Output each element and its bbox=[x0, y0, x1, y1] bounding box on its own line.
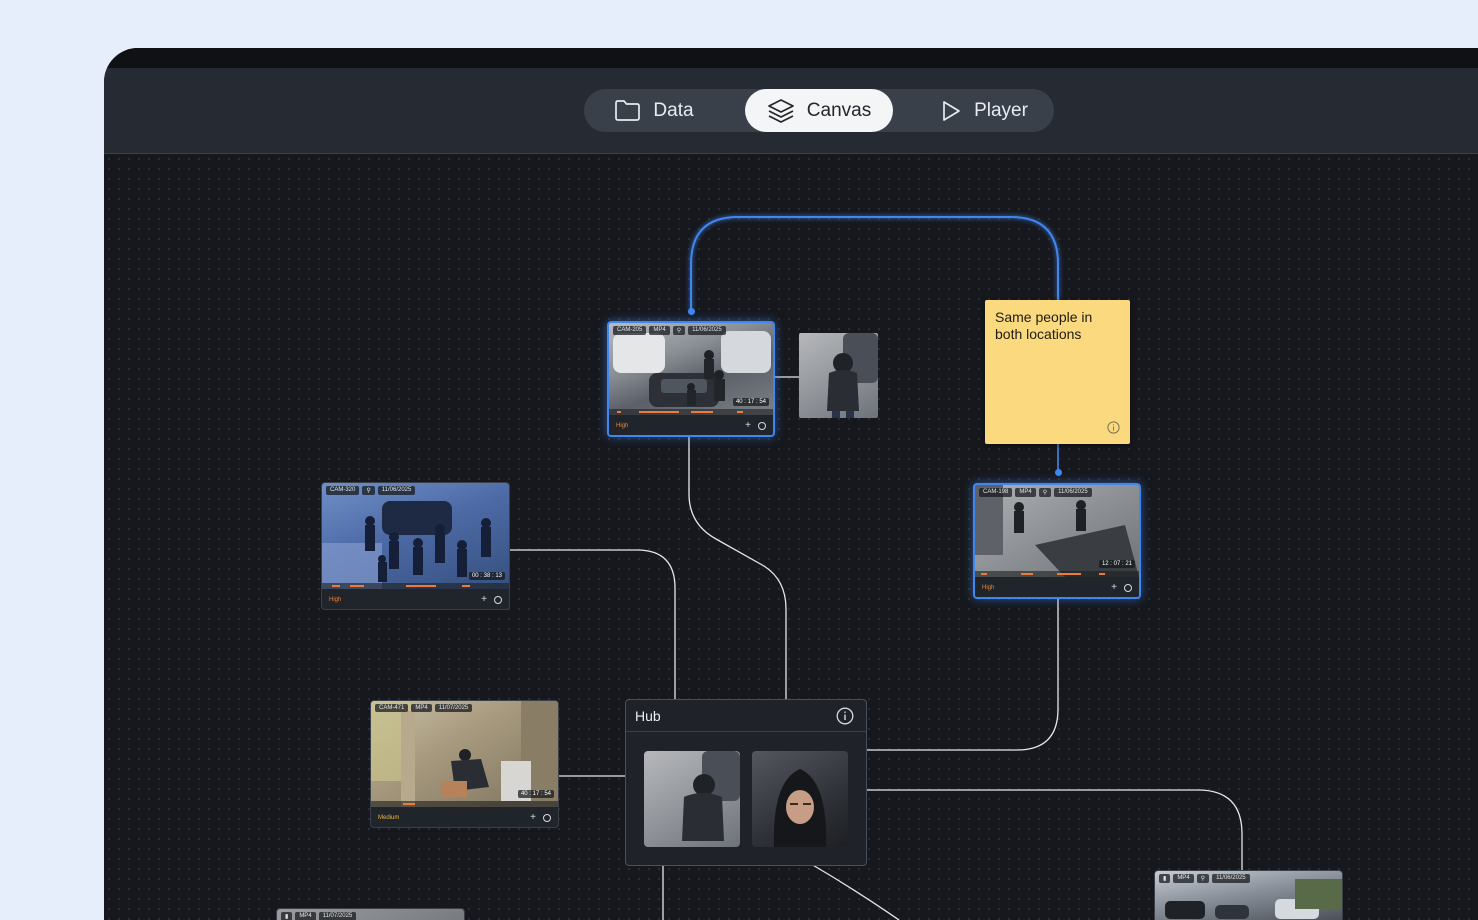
camera-chip: CAM-198 bbox=[979, 488, 1013, 497]
circle-icon[interactable] bbox=[1124, 583, 1132, 592]
add-icon[interactable]: + bbox=[1111, 582, 1117, 593]
canvas[interactable]: CAM-205 MP4 ⚲ 11/06/2025 40 : 17 : 54 Hi… bbox=[104, 154, 1478, 920]
add-icon[interactable]: + bbox=[745, 420, 751, 431]
priority-level: High bbox=[982, 584, 995, 591]
toolbar: Data Canvas Player bbox=[104, 68, 1478, 154]
location-pin-icon: ⚲ bbox=[1038, 488, 1052, 497]
video-thumbnail[interactable]: ▮ MP4 ⚲ 11/06/2025 bbox=[1155, 871, 1342, 920]
video-card-bottom-right[interactable]: ▮ MP4 ⚲ 11/06/2025 bbox=[1154, 870, 1343, 920]
folder-icon bbox=[615, 100, 641, 121]
hub-node[interactable]: Hub bbox=[625, 699, 867, 866]
hub-image-2[interactable] bbox=[752, 751, 848, 847]
link-hub-down-2 bbox=[810, 863, 900, 920]
link-hub-bottomright bbox=[865, 789, 1243, 870]
layers-icon bbox=[767, 98, 794, 123]
date-chip: 11/06/2025 bbox=[1212, 874, 1250, 883]
circle-icon[interactable] bbox=[494, 595, 502, 604]
tab-player[interactable]: Player bbox=[914, 89, 1054, 132]
format-chip: MP4 bbox=[649, 326, 670, 335]
connector-dot[interactable] bbox=[1055, 469, 1062, 476]
video-card-bottom-left[interactable]: ▮ MP4 11/07/2025 bbox=[276, 908, 465, 920]
event-timeline[interactable] bbox=[371, 801, 558, 807]
location-pin-icon: ⚲ bbox=[362, 486, 375, 495]
video-card-cam471[interactable]: CAM-471 MP4 11/07/2025 40 : 17 : 54 Medi… bbox=[370, 700, 559, 828]
event-timeline[interactable] bbox=[609, 409, 773, 415]
video-meta: CAM-471 MP4 11/07/2025 bbox=[375, 704, 473, 712]
link-320-hub bbox=[510, 549, 676, 699]
add-icon[interactable]: + bbox=[530, 812, 536, 823]
tab-canvas-label: Canvas bbox=[806, 99, 872, 121]
video-card-cam205[interactable]: CAM-205 MP4 ⚲ 11/06/2025 40 : 17 : 54 Hi… bbox=[607, 321, 775, 437]
info-icon[interactable] bbox=[836, 707, 854, 725]
scene-hooded-person bbox=[827, 333, 878, 418]
hub-image-1[interactable] bbox=[644, 751, 740, 847]
video-card-cam198[interactable]: CAM-198 MP4 ⚲ 11/06/2025 12 : 07 : 21 Hi… bbox=[973, 483, 1141, 599]
date-chip: 11/06/2025 bbox=[1054, 488, 1092, 497]
format-chip: MP4 bbox=[295, 912, 316, 920]
camera-chip: CAM-471 bbox=[375, 704, 409, 712]
card-footer: High + bbox=[975, 578, 1139, 597]
video-thumbnail[interactable]: ▮ MP4 11/07/2025 bbox=[277, 909, 464, 920]
note-text: Same people in both locations bbox=[995, 309, 1093, 342]
hub-title: Hub bbox=[635, 707, 661, 724]
video-meta: CAM-205 MP4 ⚲ 11/06/2025 bbox=[613, 326, 726, 335]
video-card-cam320[interactable]: CAM-320 ⚲ 11/06/2025 00 : 38 : 13 High + bbox=[321, 482, 510, 610]
timecode: 40 : 17 : 54 bbox=[517, 790, 554, 798]
video-thumbnail[interactable]: CAM-471 MP4 11/07/2025 40 : 17 : 54 bbox=[371, 701, 558, 807]
date-chip: 11/06/2025 bbox=[377, 486, 416, 495]
hub-header: Hub bbox=[626, 700, 866, 732]
scene-hooded-face bbox=[773, 769, 827, 847]
video-thumbnail[interactable]: CAM-320 ⚲ 11/06/2025 00 : 38 : 13 bbox=[322, 483, 509, 589]
event-timeline[interactable] bbox=[322, 583, 509, 589]
video-meta: CAM-198 MP4 ⚲ 11/06/2025 bbox=[979, 488, 1092, 497]
card-footer: High + bbox=[609, 416, 773, 435]
video-meta: ▮ MP4 11/07/2025 bbox=[281, 912, 357, 920]
priority-level: High bbox=[329, 596, 342, 603]
connector-dot[interactable] bbox=[688, 308, 695, 315]
circle-icon[interactable] bbox=[543, 813, 551, 822]
play-icon bbox=[943, 100, 960, 121]
view-switcher: Data Canvas Player bbox=[584, 89, 1054, 132]
window-top-strip bbox=[104, 48, 1478, 68]
link-198-hub bbox=[865, 597, 1059, 751]
video-thumbnail[interactable]: CAM-205 MP4 ⚲ 11/06/2025 40 : 17 : 54 bbox=[609, 323, 773, 415]
timecode: 12 : 07 : 21 bbox=[1098, 560, 1135, 568]
location-pin-icon: ⚲ bbox=[672, 326, 686, 335]
sticky-note[interactable]: Same people in both locations bbox=[985, 300, 1130, 444]
tab-data[interactable]: Data bbox=[584, 89, 724, 132]
video-thumbnail[interactable]: CAM-198 MP4 ⚲ 11/06/2025 12 : 07 : 21 bbox=[975, 485, 1139, 577]
app-window: Data Canvas Player CAM-205 MP4 ⚲ 11/06/2… bbox=[104, 48, 1478, 920]
date-chip: 11/07/2025 bbox=[434, 704, 473, 712]
info-icon[interactable] bbox=[1107, 421, 1120, 434]
link-line-blue bbox=[690, 216, 1059, 312]
cropped-frame-thumbnail[interactable] bbox=[799, 333, 878, 418]
date-chip: 11/07/2025 bbox=[318, 912, 357, 920]
card-footer: Medium + bbox=[371, 808, 558, 827]
camera-icon: ▮ bbox=[1159, 874, 1171, 883]
add-icon[interactable]: + bbox=[481, 594, 487, 605]
scene-hooded-person bbox=[682, 751, 740, 841]
priority-level: Medium bbox=[378, 814, 400, 821]
date-chip: 11/06/2025 bbox=[688, 326, 726, 335]
tab-canvas[interactable]: Canvas bbox=[745, 89, 893, 132]
video-meta: ▮ MP4 ⚲ 11/06/2025 bbox=[1159, 874, 1250, 883]
video-meta: CAM-320 ⚲ 11/06/2025 bbox=[326, 486, 416, 495]
timecode: 40 : 17 : 54 bbox=[732, 398, 769, 406]
priority-level: High bbox=[616, 422, 629, 429]
timecode: 00 : 38 : 13 bbox=[468, 572, 505, 580]
camera-chip: CAM-320 bbox=[326, 486, 360, 495]
location-pin-icon: ⚲ bbox=[1196, 874, 1210, 883]
format-chip: MP4 bbox=[1173, 874, 1194, 883]
tab-player-label: Player bbox=[974, 99, 1028, 121]
camera-chip: CAM-205 bbox=[613, 326, 647, 335]
camera-icon: ▮ bbox=[281, 912, 293, 920]
format-chip: MP4 bbox=[411, 704, 432, 712]
link-205-hub bbox=[688, 436, 787, 699]
circle-icon[interactable] bbox=[758, 421, 766, 430]
card-footer: High + bbox=[322, 590, 509, 609]
format-chip: MP4 bbox=[1015, 488, 1036, 497]
tab-data-label: Data bbox=[653, 99, 694, 121]
event-timeline[interactable] bbox=[975, 571, 1139, 577]
